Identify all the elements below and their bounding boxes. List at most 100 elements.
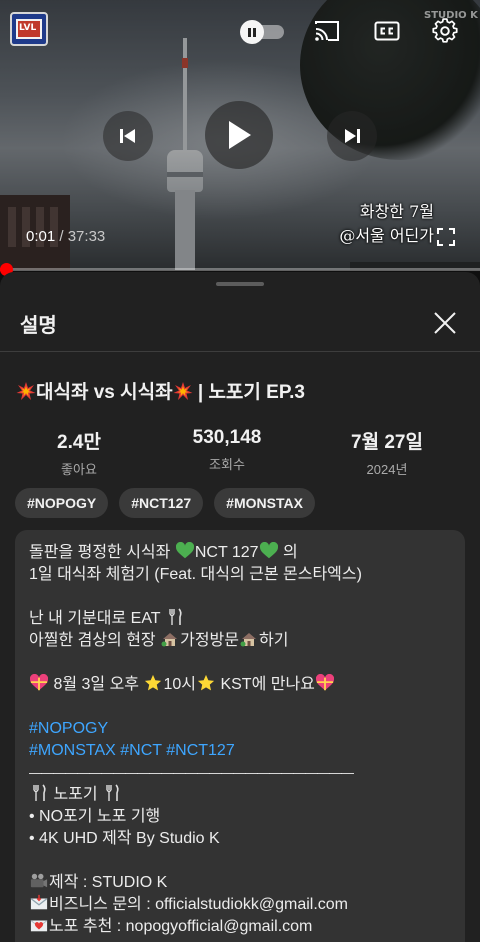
likes-label: 좋아요 xyxy=(61,462,97,477)
description-line: 돌판을 평정한 시식좌 NCT 127 의 xyxy=(29,542,451,564)
video-stats: 2.4만 좋아요 530,148 조회수 7월 27일 2024년 xyxy=(0,427,480,477)
fork-knife-icon xyxy=(106,784,119,801)
description-text: 의 xyxy=(278,544,298,561)
hashtag-chips: #NOPOGY #NCT127 #MONSTAX xyxy=(15,488,315,518)
hashtag-chip[interactable]: #NCT127 xyxy=(119,488,204,518)
love-letter-icon xyxy=(30,920,48,932)
panel-title: 설명 xyxy=(20,315,57,337)
video-title: 대식좌 vs 시식좌 | 노포기 EP.3 xyxy=(16,377,305,404)
description-panel: 설명 대식좌 vs 시식좌 | 노포기 EP.3 2.4만 좋아요 530,14… xyxy=(0,272,480,942)
gift-heart-icon xyxy=(30,674,48,691)
settings-gear-icon xyxy=(432,18,458,43)
hashtag-chip[interactable]: #NOPOGY xyxy=(15,488,109,518)
video-title-suffix: | 노포기 EP.3 xyxy=(192,382,305,403)
views-label: 조회수 xyxy=(209,457,245,472)
description-text: 가정방문 xyxy=(180,632,239,649)
mail-icon xyxy=(30,894,48,910)
collision-emoji-icon xyxy=(173,382,193,400)
description-text: 난 내 기분대로 EAT xyxy=(29,610,165,627)
previous-icon xyxy=(120,129,135,143)
fullscreen-button[interactable] xyxy=(436,227,456,247)
upload-year: 2024년 xyxy=(366,462,408,477)
fork-knife-icon xyxy=(33,784,46,801)
settings-button[interactable] xyxy=(430,16,460,46)
upload-date: 7월 27일 xyxy=(351,432,423,453)
time-separator: / xyxy=(55,228,68,245)
movie-camera-icon xyxy=(30,873,48,888)
views-count: 530,148 xyxy=(192,427,262,448)
hashtag-link[interactable]: #NCT xyxy=(120,742,162,759)
close-button[interactable] xyxy=(430,308,460,338)
description-bullet: • NO포기 노포 기행 xyxy=(29,808,161,825)
hashtag-link[interactable]: #MONSTAX xyxy=(29,742,116,759)
autoplay-toggle[interactable] xyxy=(240,20,286,44)
play-button[interactable] xyxy=(205,101,273,169)
time-display: 0:01 / 37:33 xyxy=(26,228,105,245)
close-icon xyxy=(434,312,456,334)
fullscreen-icon xyxy=(437,228,455,246)
upload-date-stat: 7월 27일 2024년 xyxy=(312,427,462,478)
description-line: 난 내 기분대로 EAT xyxy=(29,608,451,630)
captions-button[interactable] xyxy=(372,16,402,46)
closed-captions-icon xyxy=(374,21,400,41)
description-text: 비즈니스 문의 : officialstudiokk@gmail.com xyxy=(49,896,349,913)
gift-heart-icon xyxy=(315,674,334,691)
pause-icon xyxy=(240,20,264,44)
description-text: 하기 xyxy=(259,632,289,649)
collision-emoji-icon xyxy=(16,382,36,400)
description-line: 8월 3일 오후 10시 KST에 만나요 xyxy=(29,674,451,696)
play-icon xyxy=(229,121,251,149)
house-icon xyxy=(161,633,178,647)
description-line: #MONSTAX #NCT #NCT127 xyxy=(29,740,451,762)
channel-logo xyxy=(10,12,48,46)
progress-bar[interactable] xyxy=(0,263,480,276)
description-text: 노포 추천 : nopogyofficial@gmail.com xyxy=(49,918,313,935)
description-body: 돌판을 평정한 시식좌 NCT 127 의 1일 대식좌 체험기 (Feat. … xyxy=(15,530,465,942)
likes-count: 2.4만 xyxy=(57,432,101,453)
video-title-text: 대식좌 vs 시식좌 xyxy=(36,382,173,403)
hashtag-link[interactable]: #NCT127 xyxy=(166,742,234,759)
description-text: 8월 3일 오후 xyxy=(49,676,144,693)
description-line: #NOPOGY xyxy=(29,718,451,740)
description-text: NCT 127 xyxy=(194,544,259,561)
cast-button[interactable] xyxy=(312,16,342,46)
green-heart-icon xyxy=(175,542,194,559)
video-overlay-caption: 화창한 7월 @서울 어딘가 xyxy=(339,200,434,248)
cast-icon xyxy=(315,21,339,41)
overlay-caption-line: 화창한 7월 xyxy=(359,202,434,221)
description-text: 10시 xyxy=(163,676,196,693)
house-icon xyxy=(240,633,256,647)
drag-handle[interactable] xyxy=(216,282,264,286)
views-stat: 530,148 조회수 xyxy=(152,427,302,473)
description-text: 돌판을 평정한 시식좌 xyxy=(29,544,175,561)
next-icon xyxy=(345,129,360,143)
overlay-caption-line: @서울 어딘가 xyxy=(339,226,434,245)
description-text: 제작 : STUDIO K xyxy=(49,874,168,891)
description-divider: ——————————————————————————— xyxy=(29,765,354,780)
hashtag-link[interactable]: #NOPOGY xyxy=(29,720,108,737)
hashtag-chip[interactable]: #MONSTAX xyxy=(214,488,315,518)
description-line: 아찔한 겸상의 현장 가정방문 하기 xyxy=(29,630,451,652)
description-bullet: • 4K UHD 제작 By Studio K xyxy=(29,830,220,847)
description-line: 노포 추천 : nopogyofficial@gmail.com xyxy=(29,916,451,938)
current-time: 0:01 xyxy=(26,228,56,245)
green-heart-icon xyxy=(259,542,278,559)
panel-header: 설명 xyxy=(0,294,480,352)
description-line: 노포기 xyxy=(29,784,451,806)
video-player[interactable]: STUDIO K 화창한 7월 @서울 어딘가 0:01 / 37:33 xyxy=(0,0,480,270)
description-line: 1일 대식좌 체험기 (Feat. 대식의 근본 몬스타엑스) xyxy=(29,566,362,583)
description-text: KST에 만나요 xyxy=(216,676,315,693)
description-line: 비즈니스 문의 : officialstudiokk@gmail.com xyxy=(29,894,451,916)
next-video-button[interactable] xyxy=(327,111,377,161)
likes-stat: 2.4만 좋아요 xyxy=(4,427,154,478)
duration: 37:33 xyxy=(67,228,106,245)
previous-video-button[interactable] xyxy=(103,111,153,161)
star-icon xyxy=(197,674,215,691)
fork-knife-icon xyxy=(169,608,182,625)
description-line: 제작 : STUDIO K xyxy=(29,872,451,894)
description-text: 아찔한 겸상의 현장 xyxy=(29,632,161,649)
